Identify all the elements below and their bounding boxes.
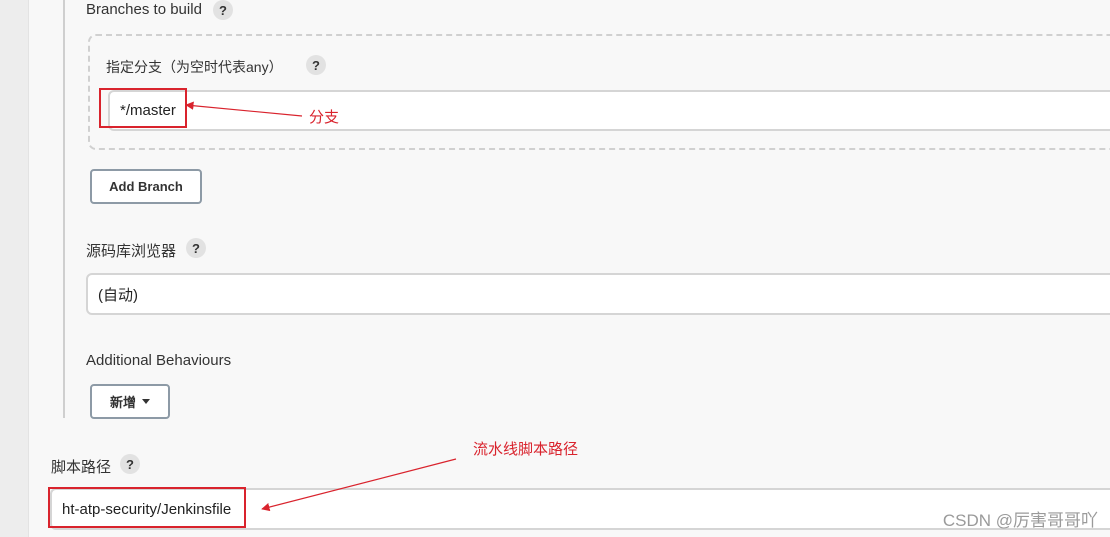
branch-annotation-text: 分支 <box>309 109 340 126</box>
script-annotation-text: 流水线脚本路径 <box>473 441 579 458</box>
script-annotation-arrow <box>261 458 457 512</box>
branch-annotation-arrow <box>185 101 303 117</box>
watermark: CSDN @厉害哥哥吖 <box>942 511 1098 530</box>
